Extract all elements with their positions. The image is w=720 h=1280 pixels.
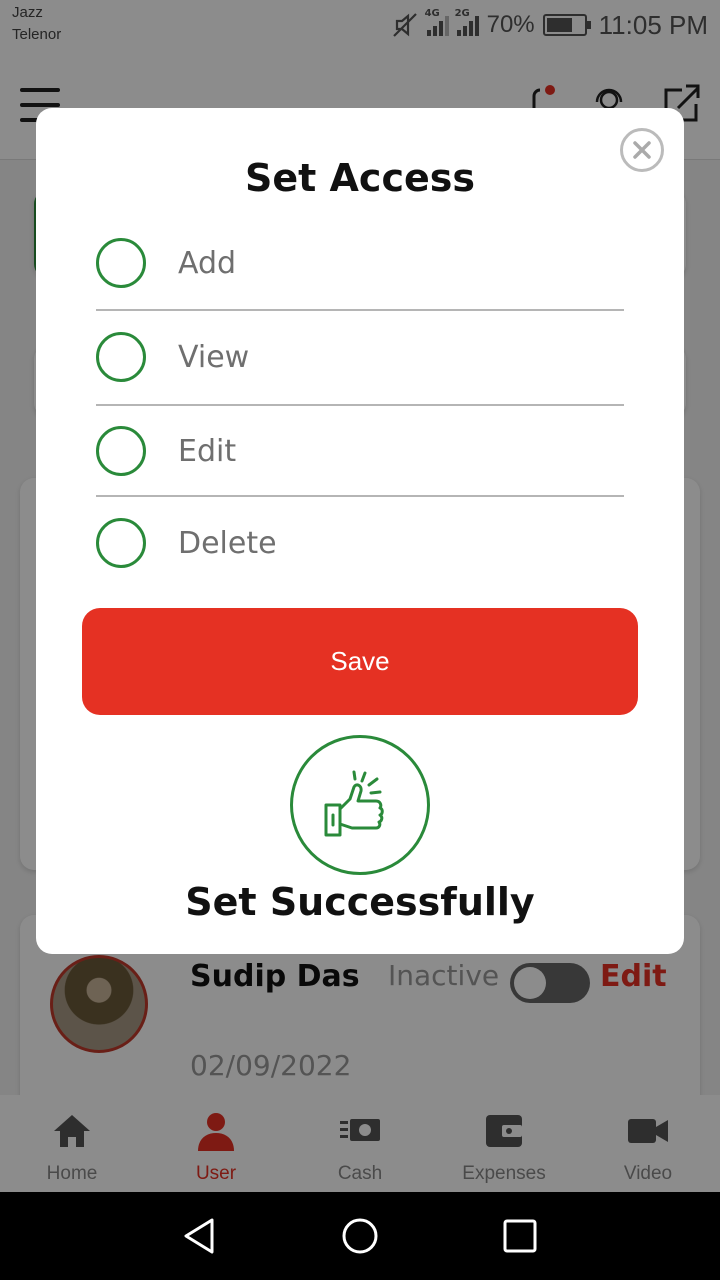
access-option-view[interactable]: View <box>96 332 624 382</box>
success-message: Set Successfully <box>185 880 535 924</box>
access-option-add[interactable]: Add <box>96 238 624 288</box>
radio-button[interactable] <box>96 518 146 568</box>
back-icon[interactable] <box>180 1216 220 1256</box>
divider <box>96 495 624 497</box>
option-label: View <box>178 339 250 375</box>
divider <box>96 404 624 406</box>
home-button-icon[interactable] <box>340 1216 380 1256</box>
option-label: Add <box>178 245 237 281</box>
divider <box>96 309 624 311</box>
save-button[interactable]: Save <box>82 608 638 715</box>
option-label: Edit <box>178 433 237 469</box>
thumbs-up-icon <box>324 770 384 837</box>
system-navigation-bar <box>0 1192 720 1280</box>
radio-button[interactable] <box>96 238 146 288</box>
access-option-delete[interactable]: Delete <box>96 518 624 568</box>
success-badge <box>290 735 430 875</box>
dialog-title: Set Access <box>244 156 475 200</box>
radio-button[interactable] <box>96 426 146 476</box>
option-label: Delete <box>178 525 277 561</box>
access-option-edit[interactable]: Edit <box>96 426 624 476</box>
recents-icon[interactable] <box>500 1216 540 1256</box>
set-access-dialog: Set Access Add View Edit Delete Save Set… <box>36 108 684 954</box>
radio-button[interactable] <box>96 332 146 382</box>
